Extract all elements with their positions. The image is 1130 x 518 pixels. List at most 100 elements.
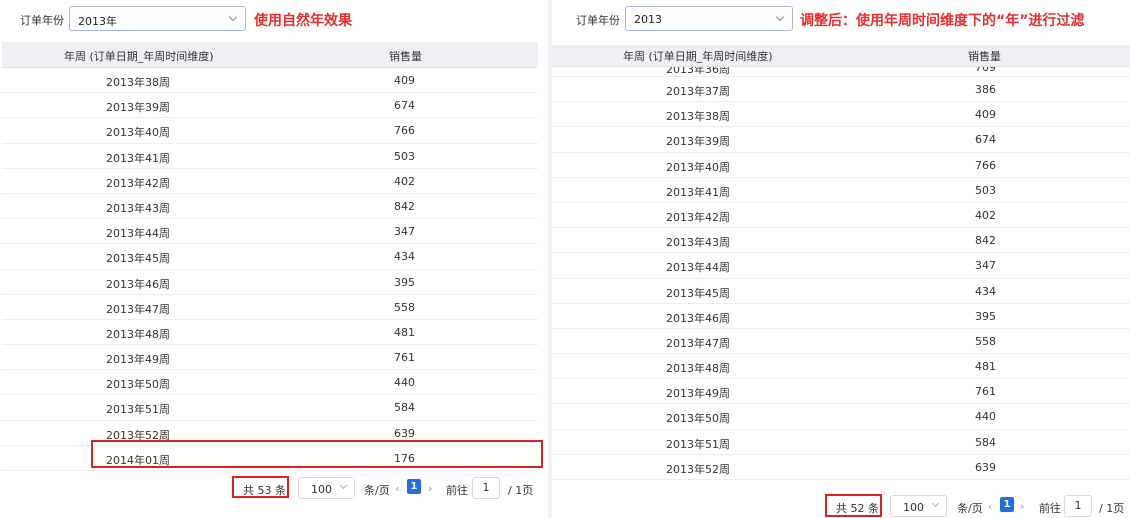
cell-qty: 766 bbox=[394, 124, 415, 138]
cell-week: 2013年42周 bbox=[666, 210, 730, 224]
total-pages: / 1页 bbox=[508, 484, 534, 497]
chevron-down-icon bbox=[931, 499, 940, 508]
next-page-icon[interactable]: › bbox=[1020, 500, 1024, 513]
table-row[interactable]: 2013年51周 584 bbox=[552, 429, 1130, 455]
table-row[interactable]: 2013年48周 481 bbox=[2, 319, 538, 346]
chevron-down-icon bbox=[228, 12, 238, 22]
prev-page-icon[interactable]: ‹ bbox=[988, 500, 992, 513]
year-select[interactable]: 2013 bbox=[625, 6, 793, 31]
table-row[interactable]: 2013年49周 761 bbox=[552, 379, 1130, 405]
column-header-qty[interactable]: 销售量 bbox=[968, 48, 1001, 64]
right-panel: 订单年份 2013 调整后：使用年周时间维度下的“年”进行过滤 年周 (订单日期… bbox=[552, 0, 1130, 518]
total-pages: / 1页 bbox=[1099, 502, 1125, 515]
table-row[interactable]: 2013年44周 347 bbox=[2, 219, 538, 245]
pagination: 共 52 条 100 条/页 ‹ 1 › 前往 1 / 1页 bbox=[552, 494, 1130, 518]
highlight-box-total bbox=[232, 476, 289, 498]
table-row[interactable]: 2013年52周 639 bbox=[552, 454, 1130, 480]
data-table: 年周 (订单日期_年周时间维度) 销售量 2013年38周 409 2013年39周… bbox=[2, 42, 538, 471]
cell-week: 2013年48周 bbox=[106, 327, 170, 341]
table-row[interactable]: 2013年50周 440 bbox=[552, 404, 1130, 430]
cell-week: 2013年43周 bbox=[106, 201, 170, 215]
page-size-value: 100 bbox=[903, 501, 924, 514]
table-row[interactable]: 2013年47周 558 bbox=[2, 294, 538, 320]
cell-week: 2013年40周 bbox=[666, 160, 730, 174]
cell-qty: 386 bbox=[975, 83, 996, 96]
table-row[interactable]: 2013年40周 766 bbox=[2, 118, 538, 144]
cell-qty: 674 bbox=[975, 133, 996, 147]
table-row[interactable]: 2013年44周 347 bbox=[552, 253, 1130, 279]
page-number-current[interactable]: 1 bbox=[407, 479, 421, 494]
table-row[interactable]: 2013年46周 395 bbox=[552, 303, 1130, 329]
cell-qty: 584 bbox=[394, 401, 415, 415]
cell-week: 2013年38周 bbox=[666, 110, 730, 124]
cell-qty: 434 bbox=[975, 284, 996, 298]
cell-week: 2013年45周 bbox=[106, 252, 170, 266]
filter-label: 订单年份 bbox=[20, 14, 64, 27]
page-number-current[interactable]: 1 bbox=[1000, 497, 1014, 512]
chevron-down-icon bbox=[339, 481, 348, 490]
table-row[interactable]: 2013年46周 395 bbox=[2, 269, 538, 295]
table-row[interactable]: 2013年49周 761 bbox=[2, 345, 538, 371]
table-row[interactable]: 2013年40周 766 bbox=[552, 152, 1130, 178]
table-row[interactable]: 2013年39周 674 bbox=[552, 127, 1130, 153]
cell-week: 2013年38周 bbox=[106, 76, 170, 89]
goto-page-input[interactable]: 1 bbox=[472, 477, 500, 499]
filter-bar: 订单年份 2013年 使用自然年效果 bbox=[0, 0, 548, 40]
cell-week: 2013年46周 bbox=[666, 311, 730, 325]
cell-qty: 434 bbox=[394, 250, 415, 264]
cell-week: 2013年44周 bbox=[106, 227, 170, 241]
cell-qty: 395 bbox=[394, 275, 415, 289]
table-row[interactable]: 2013年45周 434 bbox=[552, 278, 1130, 304]
cell-qty: 842 bbox=[975, 234, 996, 248]
table-row[interactable]: 2013年36周 709 bbox=[552, 67, 1130, 77]
cell-qty: 639 bbox=[975, 460, 996, 474]
table-row[interactable]: 2013年42周 402 bbox=[552, 202, 1130, 229]
next-page-icon[interactable]: › bbox=[428, 482, 432, 495]
table-row[interactable]: 2013年38周 409 bbox=[552, 102, 1130, 128]
table-row[interactable]: 2013年51周 584 bbox=[2, 395, 538, 421]
table-header: 年周 (订单日期_年周时间维度) 销售量 bbox=[2, 42, 538, 68]
cell-week: 2013年47周 bbox=[666, 336, 730, 350]
cell-qty: 347 bbox=[394, 225, 415, 239]
column-header-week[interactable]: 年周 (订单日期_年周时间维度) bbox=[64, 48, 214, 64]
table-row[interactable]: 2013年38周 409 bbox=[2, 68, 538, 94]
cell-week: 2013年49周 bbox=[106, 353, 170, 367]
goto-page-input[interactable]: 1 bbox=[1064, 495, 1092, 517]
column-header-week[interactable]: 年周 (订单日期_年周时间维度) bbox=[623, 48, 773, 64]
table-row[interactable]: 2013年43周 842 bbox=[2, 193, 538, 220]
cell-week: 2013年42周 bbox=[106, 176, 170, 190]
table-row[interactable]: 2013年45周 434 bbox=[2, 244, 538, 270]
cell-qty: 347 bbox=[975, 259, 996, 273]
cell-week: 2013年47周 bbox=[106, 302, 170, 316]
page-size-select[interactable]: 100 bbox=[890, 495, 947, 517]
table-row[interactable]: 2013年41周 503 bbox=[2, 143, 538, 169]
cell-week: 2013年50周 bbox=[666, 412, 730, 426]
table-row[interactable]: 2013年41周 503 bbox=[552, 177, 1130, 203]
cell-qty: 558 bbox=[394, 300, 415, 314]
prev-page-icon[interactable]: ‹ bbox=[395, 482, 399, 495]
table-row[interactable]: 2013年50周 440 bbox=[2, 370, 538, 396]
cell-week: 2013年51周 bbox=[666, 437, 730, 451]
table-row[interactable]: 2013年37周 386 bbox=[552, 77, 1130, 103]
cell-week: 2013年37周 bbox=[666, 85, 730, 98]
table-row[interactable]: 2013年47周 558 bbox=[552, 328, 1130, 355]
cell-week: 2013年40周 bbox=[106, 126, 170, 140]
year-select[interactable]: 2013年 bbox=[69, 6, 246, 31]
chevron-down-icon bbox=[775, 12, 785, 22]
table-row[interactable]: 2013年42周 402 bbox=[2, 168, 538, 194]
data-table: 年周 (订单日期_年周时间维度) 销售量 2013年36周 709 2013年3… bbox=[552, 45, 1130, 480]
table-row[interactable]: 2013年48周 481 bbox=[552, 354, 1130, 380]
cell-qty: 558 bbox=[975, 334, 996, 348]
year-select-value: 2013年 bbox=[78, 15, 117, 28]
cell-week: 2013年46周 bbox=[106, 277, 170, 291]
per-page-label: 条/页 bbox=[957, 502, 983, 515]
table-row[interactable]: 2013年39周 674 bbox=[2, 93, 538, 119]
column-header-qty[interactable]: 销售量 bbox=[389, 48, 422, 64]
highlight-box-last-row bbox=[91, 440, 543, 468]
cell-week: 2013年45周 bbox=[666, 286, 730, 300]
cell-qty: 709 bbox=[975, 67, 996, 74]
table-row[interactable]: 2013年43周 842 bbox=[552, 228, 1130, 254]
page-size-value: 100 bbox=[311, 483, 332, 496]
page-size-select[interactable]: 100 bbox=[298, 477, 355, 499]
cell-week: 2013年49周 bbox=[666, 387, 730, 401]
